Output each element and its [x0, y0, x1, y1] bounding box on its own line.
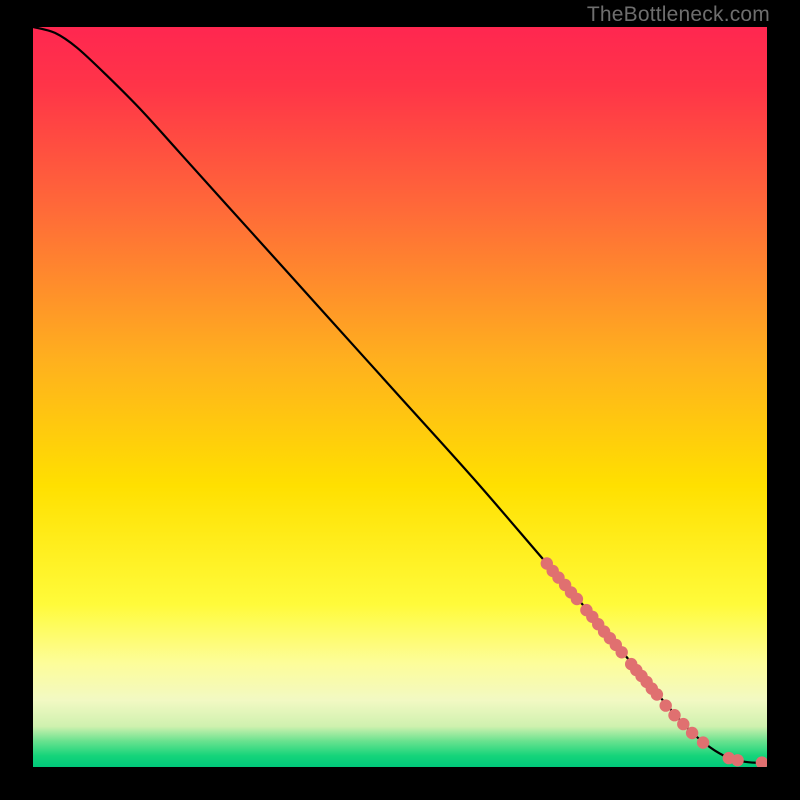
- chart-svg: [33, 27, 767, 767]
- data-marker: [686, 727, 698, 739]
- watermark-text: TheBottleneck.com: [587, 3, 770, 27]
- data-marker: [697, 736, 709, 748]
- data-marker: [616, 646, 628, 658]
- chart-plot-area: [33, 27, 767, 767]
- data-marker: [660, 699, 672, 711]
- data-marker: [731, 754, 743, 766]
- data-marker: [651, 688, 663, 700]
- data-marker: [571, 593, 583, 605]
- data-marker: [668, 709, 680, 721]
- data-marker: [677, 718, 689, 730]
